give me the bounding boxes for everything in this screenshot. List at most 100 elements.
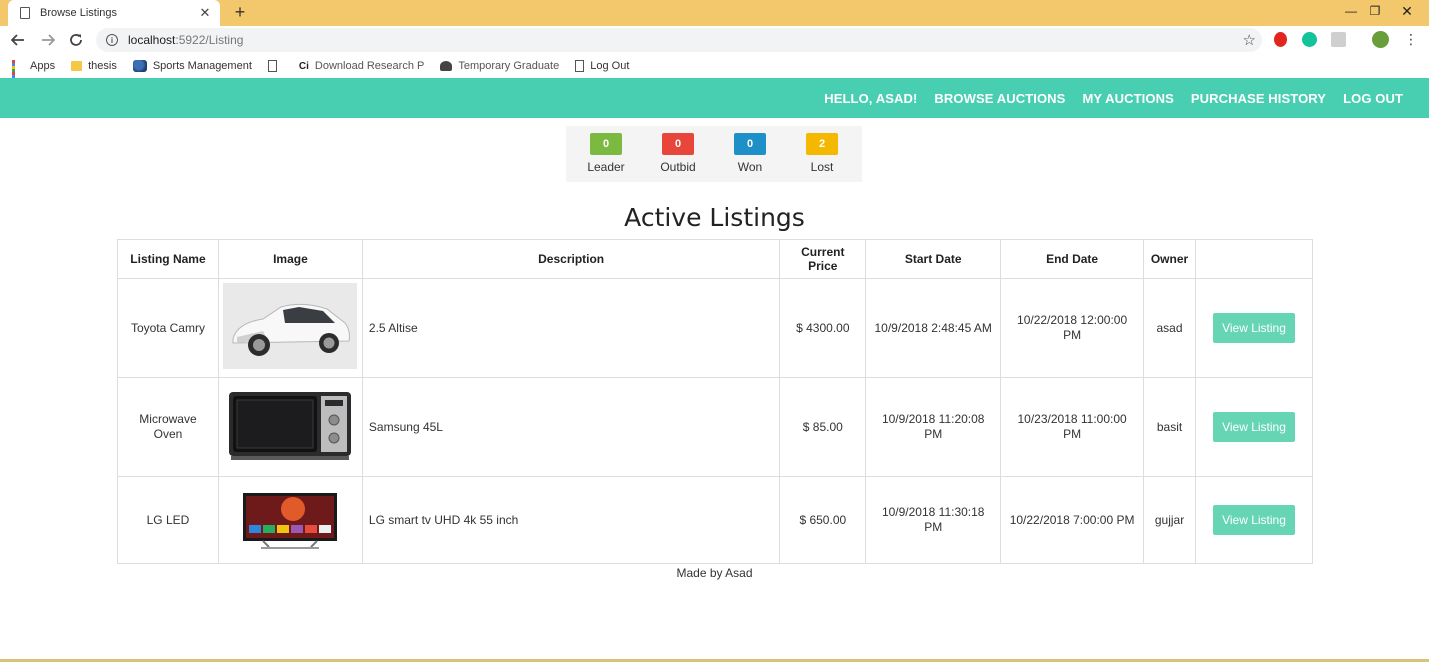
- browser-tab[interactable]: Browse Listings ✕: [8, 0, 220, 26]
- listing-price: $ 85.00: [779, 377, 867, 477]
- view-listing-button[interactable]: View Listing: [1213, 313, 1295, 343]
- listing-end-date: 10/22/2018 7:00:00 PM: [1000, 476, 1145, 564]
- close-window-button[interactable]: ✕: [1394, 0, 1420, 22]
- listing-description: 2.5 Altise: [361, 278, 781, 378]
- stat-count-badge: 0: [590, 133, 622, 155]
- stat-leader: 0 Leader: [571, 133, 641, 182]
- page-icon: [575, 60, 585, 72]
- logout-link[interactable]: LOG OUT: [1343, 91, 1403, 106]
- purchase-history-link[interactable]: PURCHASE HISTORY: [1191, 91, 1326, 106]
- opera-extension-icon[interactable]: [1274, 32, 1287, 47]
- app-navbar: HELLO, ASAD! BROWSE AUCTIONS MY AUCTIONS…: [0, 78, 1429, 118]
- bookmark-blank[interactable]: [267, 60, 283, 72]
- listing-description: Samsung 45L: [361, 377, 781, 477]
- listing-name: LG LED: [117, 476, 219, 564]
- listings-table: Listing Name Image Description Current P…: [117, 239, 1313, 564]
- bookmark-label: thesis: [88, 60, 117, 72]
- browser-menu-icon[interactable]: ⋮: [1404, 31, 1418, 48]
- column-header-end-date: End Date: [1000, 239, 1145, 279]
- back-icon[interactable]: [8, 30, 28, 50]
- listing-price: $ 650.00: [779, 476, 867, 564]
- bookmark-label: Log Out: [590, 60, 630, 72]
- bookmark-download-research[interactable]: Ci Download Research P: [299, 60, 424, 72]
- listing-end-date: 10/23/2018 11:00:00 PM: [1000, 377, 1145, 477]
- bookmark-label: Temporary Graduate: [458, 60, 560, 72]
- tab-title: Browse Listings: [40, 7, 118, 19]
- extension-icon[interactable]: [1331, 32, 1346, 47]
- stat-count-badge: 0: [734, 133, 766, 155]
- listing-image-cell: [217, 278, 363, 378]
- bookmarks-bar: Apps thesis Sports Management Ci Downloa…: [0, 54, 1429, 87]
- table-row: LG LED LG smart tv UHD 4k 55 inch $ 650.…: [117, 476, 1313, 564]
- listing-name: Microwave Oven: [117, 377, 219, 477]
- microwave-image: [223, 382, 358, 468]
- column-header-image: Image: [217, 239, 363, 279]
- listing-action-cell: View Listing: [1195, 278, 1313, 378]
- greeting-link[interactable]: HELLO, ASAD!: [824, 91, 917, 106]
- stat-outbid: 0 Outbid: [643, 133, 713, 182]
- stat-count-badge: 2: [806, 133, 838, 155]
- column-header-actions: [1195, 239, 1313, 279]
- browse-auctions-link[interactable]: BROWSE AUCTIONS: [934, 91, 1065, 106]
- close-tab-icon[interactable]: ✕: [198, 5, 212, 21]
- new-tab-button[interactable]: +: [232, 3, 248, 21]
- listing-start-date: 10/9/2018 11:30:18 PM: [865, 476, 1002, 564]
- minimize-window-button[interactable]: —: [1338, 0, 1364, 22]
- listing-price: $ 4300.00: [779, 278, 867, 378]
- listing-owner: basit: [1143, 377, 1197, 477]
- bookmark-log-out[interactable]: Log Out: [575, 60, 629, 72]
- bid-stats-panel: 0 Leader 0 Outbid 0 Won 2 Lost: [566, 126, 862, 182]
- tv-image: [223, 481, 358, 555]
- view-listing-button[interactable]: View Listing: [1213, 412, 1295, 442]
- profile-avatar-icon[interactable]: [1372, 31, 1389, 48]
- ci-icon: Ci: [298, 60, 309, 72]
- stat-count-badge: 0: [662, 133, 694, 155]
- table-row: Toyota Camry 2.5 Altise $ 4300.00 10/9/2…: [117, 278, 1313, 378]
- column-header-start-date: Start Date: [865, 239, 1002, 279]
- page-icon: [267, 60, 277, 72]
- reload-icon[interactable]: [66, 30, 86, 50]
- browser-toolbar: i localhost:5922/Listing ☆ ⋮: [0, 26, 1429, 54]
- sports-icon: [132, 60, 147, 72]
- grammarly-extension-icon[interactable]: [1302, 32, 1317, 47]
- url-host: localhost: [128, 33, 176, 47]
- car-image: [223, 283, 358, 369]
- bookmark-thesis[interactable]: thesis: [71, 60, 117, 72]
- listing-name: Toyota Camry: [117, 278, 219, 378]
- site-info-icon[interactable]: i: [106, 34, 118, 46]
- stat-label: Won: [737, 160, 763, 174]
- folder-icon: [71, 61, 83, 71]
- address-bar[interactable]: i localhost:5922/Listing ☆: [96, 28, 1262, 52]
- bookmark-apps[interactable]: Apps: [12, 60, 56, 87]
- bookmark-label: Sports Management: [152, 60, 252, 72]
- stat-label: Lost: [810, 160, 834, 174]
- gov-icon: [440, 61, 453, 71]
- page-title: Active Listings: [624, 203, 805, 232]
- listing-start-date: 10/9/2018 11:20:08 PM: [865, 377, 1002, 477]
- listing-description: LG smart tv UHD 4k 55 inch: [361, 476, 781, 564]
- browser-tab-strip: Browse Listings ✕ + — ❐ ✕: [0, 0, 1429, 26]
- bookmark-label: Download Research P: [314, 60, 425, 72]
- bookmark-sports-management[interactable]: Sports Management: [132, 60, 252, 72]
- column-header-description: Description: [361, 239, 781, 279]
- table-row: Microwave Oven Samsung 45L $ 85.00 10/9/…: [117, 377, 1313, 477]
- footer-text: Made by Asad: [676, 566, 753, 580]
- restore-window-button[interactable]: ❐: [1362, 0, 1388, 22]
- stat-won: 0 Won: [715, 133, 785, 182]
- bookmark-temporary-graduate[interactable]: Temporary Graduate: [440, 60, 559, 72]
- url-path: :5922/Listing: [175, 33, 244, 47]
- bookmark-label: Apps: [30, 60, 56, 72]
- my-auctions-link[interactable]: MY AUCTIONS: [1082, 91, 1173, 106]
- listing-end-date: 10/22/2018 12:00:00 PM: [1000, 278, 1145, 378]
- listing-action-cell: View Listing: [1195, 476, 1313, 564]
- table-header-row: Listing Name Image Description Current P…: [117, 239, 1313, 279]
- stat-label: Leader: [587, 160, 625, 174]
- column-header-current-price: Current Price: [779, 239, 867, 279]
- listing-owner: asad: [1143, 278, 1197, 378]
- listing-image-cell: [217, 476, 363, 564]
- bookmark-star-icon[interactable]: ☆: [1243, 31, 1256, 49]
- forward-icon[interactable]: [38, 30, 58, 50]
- listing-image-cell: [217, 377, 363, 477]
- view-listing-button[interactable]: View Listing: [1213, 505, 1295, 535]
- column-header-owner: Owner: [1143, 239, 1197, 279]
